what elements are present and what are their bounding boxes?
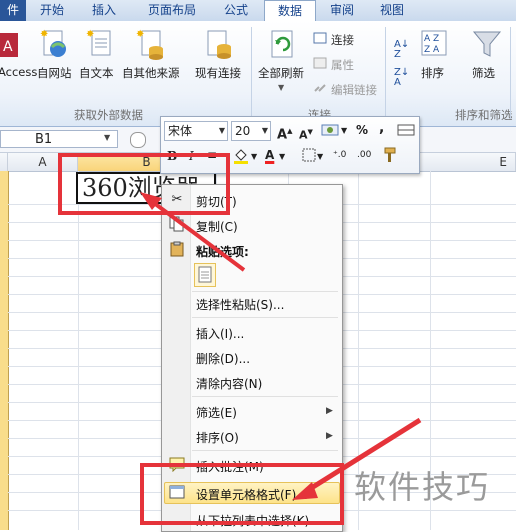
watermark-text: 软件技巧 [354,468,491,506]
annotation-arrows [140,192,422,500]
annotation-arrow [140,192,246,272]
